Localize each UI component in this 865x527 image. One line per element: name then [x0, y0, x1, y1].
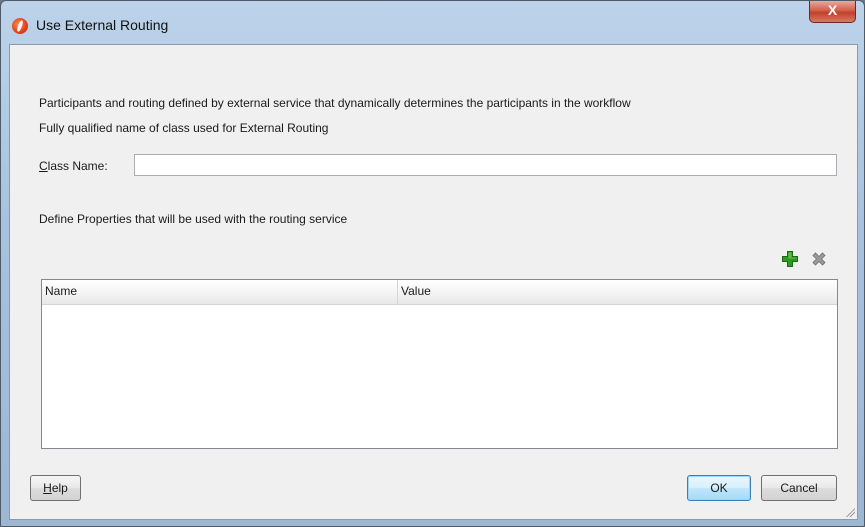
cancel-button[interactable]: Cancel: [761, 475, 837, 501]
x-icon: [812, 252, 826, 266]
resize-grip[interactable]: [845, 507, 855, 517]
help-label: elp: [51, 481, 68, 495]
properties-table[interactable]: Name Value: [41, 279, 838, 449]
table-header: Name Value: [42, 280, 837, 305]
close-icon: X: [827, 2, 838, 18]
help-button[interactable]: Help: [30, 475, 81, 501]
close-button[interactable]: X: [809, 1, 856, 23]
ok-button[interactable]: OK: [687, 475, 751, 501]
title-bar[interactable]: Use External Routing X: [1, 1, 864, 45]
class-name-input[interactable]: [134, 154, 837, 176]
class-description-text: Fully qualified name of class used for E…: [39, 121, 329, 135]
dialog-content: Participants and routing defined by exte…: [9, 44, 858, 520]
class-name-label: Class Name:: [39, 159, 108, 173]
properties-description: Define Properties that will be used with…: [39, 212, 348, 226]
description-text: Participants and routing defined by exte…: [39, 96, 631, 110]
class-name-mnemonic: C: [39, 159, 48, 173]
plus-icon: [782, 251, 798, 267]
add-property-button[interactable]: [781, 250, 799, 268]
help-mnemonic: H: [43, 481, 52, 495]
column-header-name[interactable]: Name: [42, 280, 398, 304]
app-logo-icon: [12, 18, 28, 34]
dialog-window: Use External Routing X Participants and …: [0, 0, 865, 527]
remove-property-button[interactable]: [810, 250, 828, 268]
column-header-value[interactable]: Value: [398, 280, 837, 304]
dialog-title: Use External Routing: [36, 17, 169, 33]
class-name-label-text: lass Name:: [47, 159, 108, 173]
